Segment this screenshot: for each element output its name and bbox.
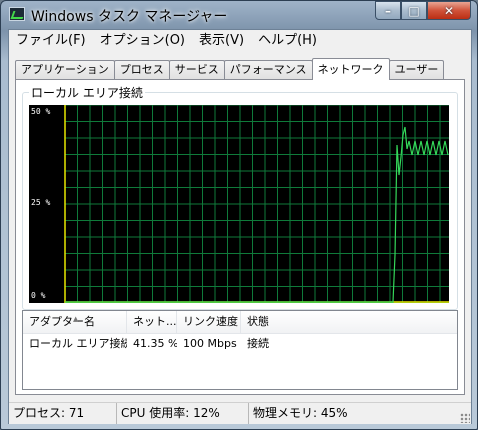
menu-view[interactable]: 表示(V) [192,30,251,52]
graph-group-label: ローカル エリア接続 [29,84,145,101]
utilization-cell: 41.35 % [133,337,177,350]
status-physical-memory: 物理メモリ: 45% [253,406,348,420]
y-tick-25: 25 % [31,198,51,207]
status-bar: プロセス: 71 CPU 使用率: 12% 物理メモリ: 45% [9,402,471,424]
adapter-name-cell: ローカル エリア接続 [29,337,127,350]
task-manager-app-icon [9,7,25,21]
network-utilization-line [65,126,449,303]
network-graph-group: ローカル エリア接続 50 % 25 % 0 % [22,84,458,310]
resize-grip-icon[interactable] [460,413,470,423]
menu-options[interactable]: オプション(O) [93,30,192,52]
y-tick-0: 0 % [31,291,46,300]
tab-services[interactable]: サービス [168,60,225,80]
close-button[interactable]: ✕ [427,1,471,20]
graph-canvas [64,105,449,303]
column-link-speed[interactable]: リンク速度 [177,311,241,333]
minimize-button[interactable]: – [375,1,401,20]
window-title: Windows タスク マネージャー [31,9,228,25]
column-state[interactable]: 状態 [241,311,455,333]
client-area: ファイル(F) オプション(O) 表示(V) ヘルプ(H) アプリケーション プ… [8,29,472,424]
maximize-button[interactable]: □ [401,1,427,20]
maximize-icon: □ [408,3,420,18]
status-processes: プロセス: 71 [9,403,117,424]
tab-users[interactable]: ユーザー [388,60,445,80]
column-adapter-name-label: アダプター名 [29,315,95,328]
tab-performance[interactable]: パフォーマンス [223,60,313,80]
title-bar[interactable]: Windows タスク マネージャー – □ ✕ [1,1,477,29]
column-utilization[interactable]: ネット... [127,311,177,333]
caption-buttons: – □ ✕ [375,1,471,21]
column-adapter-name[interactable]: ▲ アダプター名 [23,311,127,333]
networking-panel: ローカル エリア接続 50 % 25 % 0 % ▲ アダプター名 ネット...… [15,79,465,395]
task-manager-window: Windows タスク マネージャー – □ ✕ ファイル(F) オプション(O… [0,0,478,430]
tab-strip: アプリケーション プロセス サービス パフォーマンス ネットワーク ユーザー [15,58,445,80]
menu-help[interactable]: ヘルプ(H) [251,30,324,52]
tab-networking[interactable]: ネットワーク [311,58,390,80]
network-utilization-graph: 50 % 25 % 0 % [29,105,449,303]
menu-bar: ファイル(F) オプション(O) 表示(V) ヘルプ(H) [9,30,471,52]
sort-ascending-icon: ▲ [73,315,79,323]
tab-applications[interactable]: アプリケーション [15,60,115,80]
adapter-row[interactable]: ローカル エリア接続 41.35 % 100 Mbps 接続 [23,334,457,354]
close-icon: ✕ [443,3,455,18]
menu-file[interactable]: ファイル(F) [9,30,93,52]
adapter-list-header: ▲ アダプター名 ネット... リンク速度 状態 [23,311,457,334]
adapter-list[interactable]: ▲ アダプター名 ネット... リンク速度 状態 ローカル エリア接続 41.3… [22,310,458,390]
state-cell: 接続 [247,337,269,350]
link-speed-cell: 100 Mbps [183,337,237,350]
minimize-icon: – [385,3,391,18]
status-cpu-usage: CPU 使用率: 12% [117,403,249,424]
y-tick-50: 50 % [31,107,51,116]
tab-processes[interactable]: プロセス [113,60,170,80]
